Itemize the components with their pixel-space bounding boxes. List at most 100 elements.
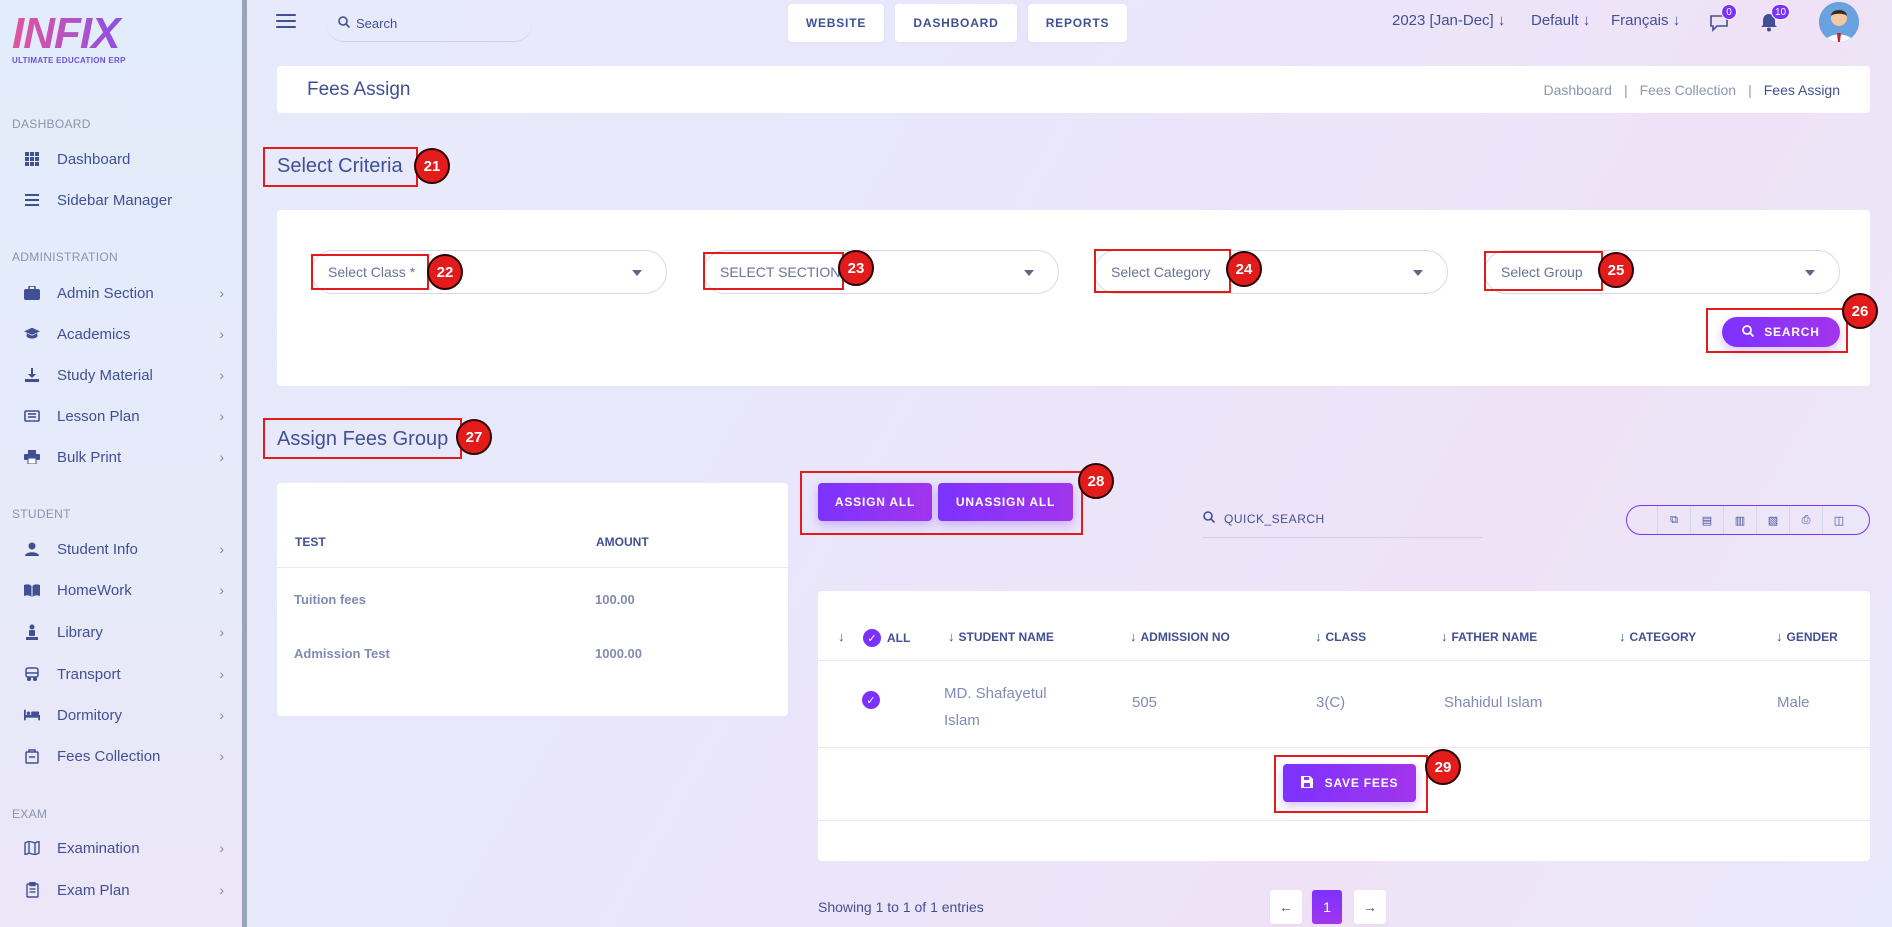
- notifications-button[interactable]: 10: [1759, 4, 1791, 32]
- page-1-button[interactable]: 1: [1312, 890, 1342, 924]
- annotation-box: [311, 254, 429, 290]
- sort-arrow-icon: ↓: [948, 629, 955, 644]
- row-checkbox[interactable]: ✓: [862, 691, 880, 709]
- chevron-right-icon: ›: [219, 840, 224, 856]
- theme-value: Default: [1531, 12, 1579, 29]
- copy-icon[interactable]: ⧉: [1657, 506, 1690, 534]
- sidebar-item-fees-collection[interactable]: Fees Collection ›: [24, 741, 224, 771]
- col-class[interactable]: ↓ CLASS: [1315, 629, 1366, 644]
- sidebar-item-admin-section[interactable]: Admin Section ›: [24, 278, 224, 308]
- section-dashboard-title: DASHBOARD: [12, 117, 91, 131]
- col-label: CATEGORY: [1629, 629, 1697, 644]
- annotation-marker: 21: [414, 148, 450, 184]
- chevron-right-icon: ›: [219, 408, 224, 424]
- csv-icon[interactable]: ▥: [1723, 506, 1756, 534]
- breadcrumb: Dashboard | Fees Collection | Fees Assig…: [1543, 82, 1840, 98]
- infix-logo[interactable]: INFIX ULTIMATE EDUCATION ERP: [12, 12, 126, 66]
- breadcrumb-dashboard[interactable]: Dashboard: [1543, 82, 1612, 98]
- chevron-right-icon: ›: [219, 367, 224, 383]
- sidebar-item-dormitory[interactable]: Dormitory ›: [24, 700, 224, 730]
- fees-icon: [24, 748, 40, 764]
- user-icon: [24, 541, 40, 557]
- sidebar-item-exam-plan[interactable]: Exam Plan ›: [24, 875, 224, 905]
- fee-amount: 100.00: [595, 592, 635, 607]
- section-student-title: STUDENT: [12, 507, 71, 521]
- sidebar-scrollbar[interactable]: [242, 0, 247, 927]
- breadcrumb-fees-collection[interactable]: Fees Collection: [1640, 82, 1737, 98]
- caret-down-icon: [1805, 270, 1815, 276]
- session-select[interactable]: 2023 [Jan-Dec] ↓: [1392, 12, 1505, 29]
- breadcrumb-separator: |: [1623, 81, 1628, 98]
- breadcrumb-fees-assign: Fees Assign: [1763, 81, 1840, 98]
- col-student-name[interactable]: ↓ STUDENT NAME: [948, 629, 1054, 644]
- col-father-name[interactable]: ↓ FATHER NAME: [1441, 629, 1537, 644]
- sidebar-item-student-info[interactable]: Student Info ›: [24, 534, 224, 564]
- arrow-down-icon: ↓: [1672, 12, 1681, 29]
- caret-down-icon: [1413, 270, 1423, 276]
- col-gender[interactable]: ↓ GENDER: [1776, 629, 1838, 644]
- sidebar-item-academics[interactable]: Academics ›: [24, 319, 224, 349]
- col-label: GENDER: [1786, 629, 1838, 644]
- sidebar-item-transport[interactable]: Transport ›: [24, 659, 224, 689]
- annotation-marker: 27: [456, 419, 492, 455]
- sort-col[interactable]: ↓: [838, 629, 849, 644]
- hamburger-menu-icon[interactable]: [276, 14, 296, 30]
- sidebar-item-label: Exam Plan: [57, 881, 130, 899]
- sidebar-item-label: HomeWork: [57, 581, 132, 599]
- sidebar-item-homework[interactable]: HomeWork ›: [24, 575, 224, 605]
- messages-button[interactable]: 0: [1709, 4, 1737, 32]
- print-icon[interactable]: ⎙: [1789, 506, 1822, 534]
- theme-select[interactable]: Default ↓: [1531, 12, 1590, 29]
- sidebar-item-lesson-plan[interactable]: Lesson Plan ›: [24, 401, 224, 431]
- sidebar-item-label: Academics: [57, 325, 131, 343]
- website-button[interactable]: WEBSITE: [788, 4, 884, 42]
- quick-search-input[interactable]: QUICK_SEARCH: [1203, 500, 1483, 538]
- sort-arrow-icon: ↓: [1315, 629, 1322, 644]
- sort-arrow-icon: ↓: [1776, 629, 1783, 644]
- sidebar-item-bulk-print[interactable]: Bulk Print ›: [24, 442, 224, 472]
- map-icon: [24, 840, 40, 856]
- sidebar-item-dashboard[interactable]: Dashboard: [24, 144, 224, 174]
- annotation-marker: 25: [1598, 252, 1634, 288]
- chevron-right-icon: ›: [219, 666, 224, 682]
- sidebar-item-label: Fees Collection: [57, 747, 161, 765]
- chevron-right-icon: ›: [219, 285, 224, 301]
- student-name-line2: Islam: [944, 712, 980, 729]
- clipboard-icon: [24, 882, 40, 898]
- top-search-input[interactable]: Search: [326, 6, 532, 42]
- chevron-right-icon: ›: [219, 326, 224, 342]
- showing-entries: Showing 1 to 1 of 1 entries: [818, 899, 984, 915]
- sidebar-item-label: Sidebar Manager: [57, 191, 173, 209]
- next-page-button[interactable]: →: [1354, 890, 1386, 924]
- sidebar-item-label: Transport: [57, 665, 121, 683]
- sidebar-item-examination[interactable]: Examination ›: [24, 833, 224, 863]
- arrow-right-icon: →: [1363, 899, 1377, 915]
- pdf-icon[interactable]: ▧: [1756, 506, 1789, 534]
- col-admission-no[interactable]: ↓ ADMISSION NO: [1130, 629, 1230, 644]
- sidebar-item-sidebar-manager[interactable]: Sidebar Manager: [24, 185, 224, 215]
- fees-col-test: TEST: [295, 535, 326, 549]
- annotation-box: [1484, 251, 1603, 291]
- dashboard-button[interactable]: DASHBOARD: [895, 4, 1017, 42]
- avatar[interactable]: [1819, 2, 1859, 42]
- admin-icon: [24, 285, 40, 301]
- book-icon: [24, 582, 40, 598]
- annotation-marker: 28: [1078, 463, 1114, 499]
- sidebar-item-library[interactable]: Library ›: [24, 617, 224, 647]
- language-select[interactable]: Français ↓: [1611, 12, 1680, 29]
- export-toolbar: ⧉ ▤ ▥ ▧ ⎙ ◫: [1626, 505, 1870, 535]
- excel-icon[interactable]: ▤: [1690, 506, 1723, 534]
- columns-icon[interactable]: ◫: [1822, 506, 1855, 534]
- sidebar-item-study-material[interactable]: Study Material ›: [24, 360, 224, 390]
- chevron-right-icon: ›: [219, 449, 224, 465]
- divider: [818, 820, 1870, 821]
- reports-button[interactable]: REPORTS: [1028, 4, 1127, 42]
- page-title: Fees Assign: [307, 78, 411, 100]
- select-all-checkbox[interactable]: ✓ ALL: [863, 629, 910, 647]
- col-category[interactable]: ↓ CATEGORY: [1619, 629, 1696, 644]
- sidebar-item-label: Dormitory: [57, 706, 123, 724]
- language-value: Français: [1611, 12, 1669, 29]
- fee-amount: 1000.00: [595, 646, 642, 661]
- prev-page-button[interactable]: ←: [1270, 890, 1302, 924]
- search-icon: [1203, 511, 1216, 526]
